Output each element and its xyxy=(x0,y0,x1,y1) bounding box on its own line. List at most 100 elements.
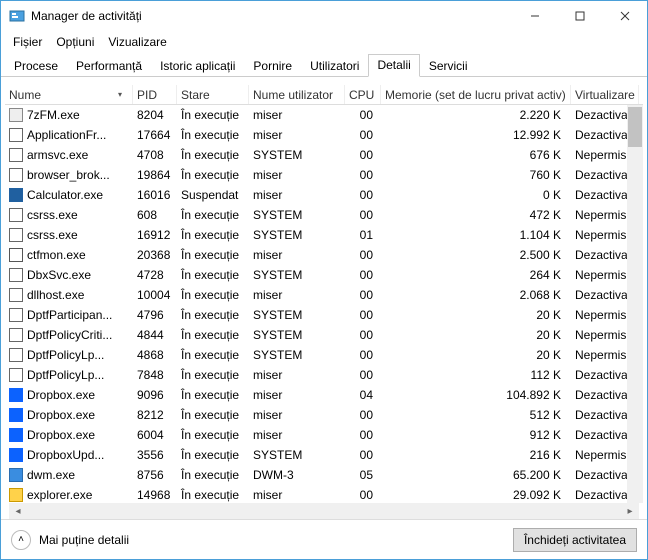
fewer-details-label[interactable]: Mai puține detalii xyxy=(39,533,129,547)
process-pid: 20368 xyxy=(133,248,177,262)
menu-view[interactable]: Vizualizare xyxy=(102,33,172,51)
scroll-thumb[interactable] xyxy=(628,107,642,147)
scroll-right-icon[interactable]: ▸ xyxy=(623,506,637,517)
process-user: miser xyxy=(249,288,345,302)
process-mem: 20 K xyxy=(381,328,571,342)
table-row[interactable]: DptfPolicyCriti...4844În execuțieSYSTEM0… xyxy=(5,325,643,345)
vertical-scrollbar[interactable] xyxy=(627,105,643,503)
process-user: SYSTEM xyxy=(249,148,345,162)
titlebar: Manager de activități xyxy=(1,1,647,31)
process-cpu: 00 xyxy=(345,268,381,282)
process-name: DptfPolicyCriti... xyxy=(27,328,112,342)
process-state: În execuție xyxy=(177,268,249,282)
process-cpu: 00 xyxy=(345,148,381,162)
menubar: Fișier Opțiuni Vizualizare xyxy=(1,31,647,53)
process-state: În execuție xyxy=(177,248,249,262)
process-name: armsvc.exe xyxy=(27,148,88,162)
menu-file[interactable]: Fișier xyxy=(7,33,48,51)
process-user: miser xyxy=(249,368,345,382)
process-pid: 16016 xyxy=(133,188,177,202)
tab-apphistory[interactable]: Istoric aplicații xyxy=(151,55,244,77)
tab-users[interactable]: Utilizatori xyxy=(301,55,368,77)
process-icon xyxy=(9,488,23,502)
table-row[interactable]: DbxSvc.exe4728În execuțieSYSTEM00264 KNe… xyxy=(5,265,643,285)
col-user[interactable]: Nume utilizator xyxy=(249,85,345,104)
process-mem: 65.200 K xyxy=(381,468,571,482)
process-state: În execuție xyxy=(177,288,249,302)
process-icon xyxy=(9,168,23,182)
tabbar: Procese Performanță Istoric aplicații Po… xyxy=(1,53,647,77)
table-row[interactable]: Dropbox.exe8212În execuțiemiser00512 KDe… xyxy=(5,405,643,425)
maximize-button[interactable] xyxy=(557,1,602,31)
col-mem[interactable]: Memorie (set de lucru privat activ) xyxy=(381,85,571,104)
table-row[interactable]: browser_brok...19864În execuțiemiser0076… xyxy=(5,165,643,185)
tab-details[interactable]: Detalii xyxy=(368,54,419,77)
process-cpu: 00 xyxy=(345,108,381,122)
table-row[interactable]: dwm.exe8756În execuțieDWM-30565.200 KDez… xyxy=(5,465,643,485)
close-button[interactable] xyxy=(602,1,647,31)
table-row[interactable]: 7zFM.exe8204În execuțiemiser002.220 KDez… xyxy=(5,105,643,125)
table-row[interactable]: Dropbox.exe6004În execuțiemiser00912 KDe… xyxy=(5,425,643,445)
process-icon xyxy=(9,108,23,122)
grid-body[interactable]: 7zFM.exe8204În execuțiemiser002.220 KDez… xyxy=(5,105,643,503)
table-row[interactable]: ApplicationFr...17664În execuțiemiser001… xyxy=(5,125,643,145)
process-name: dllhost.exe xyxy=(27,288,84,302)
table-row[interactable]: DropboxUpd...3556În execuțieSYSTEM00216 … xyxy=(5,445,643,465)
process-icon xyxy=(9,428,23,442)
process-user: SYSTEM xyxy=(249,208,345,222)
window-controls xyxy=(512,1,647,31)
process-cpu: 00 xyxy=(345,368,381,382)
tab-startup[interactable]: Pornire xyxy=(244,55,301,77)
fewer-details-icon[interactable]: ˄ xyxy=(11,530,31,550)
table-row[interactable]: Dropbox.exe9096În execuțiemiser04104.892… xyxy=(5,385,643,405)
process-cpu: 04 xyxy=(345,388,381,402)
process-mem: 12.992 K xyxy=(381,128,571,142)
minimize-button[interactable] xyxy=(512,1,557,31)
process-user: DWM-3 xyxy=(249,468,345,482)
process-mem: 912 K xyxy=(381,428,571,442)
table-row[interactable]: csrss.exe16912În execuțieSYSTEM011.104 K… xyxy=(5,225,643,245)
process-icon xyxy=(9,348,23,362)
table-row[interactable]: DptfPolicyLp...4868În execuțieSYSTEM0020… xyxy=(5,345,643,365)
process-name: csrss.exe xyxy=(27,228,78,242)
process-state: În execuție xyxy=(177,428,249,442)
process-pid: 6004 xyxy=(133,428,177,442)
process-name: ctfmon.exe xyxy=(27,248,86,262)
tab-processes[interactable]: Procese xyxy=(5,55,67,77)
process-state: În execuție xyxy=(177,488,249,502)
process-cpu: 00 xyxy=(345,488,381,502)
col-uac[interactable]: Virtualizare UAC xyxy=(571,85,639,104)
process-mem: 104.892 K xyxy=(381,388,571,402)
process-pid: 17664 xyxy=(133,128,177,142)
table-row[interactable]: explorer.exe14968În execuțiemiser0029.09… xyxy=(5,485,643,503)
col-state[interactable]: Stare xyxy=(177,85,249,104)
process-pid: 4708 xyxy=(133,148,177,162)
table-row[interactable]: Calculator.exe16016Suspendatmiser000 KDe… xyxy=(5,185,643,205)
process-mem: 0 K xyxy=(381,188,571,202)
col-cpu[interactable]: CPU xyxy=(345,85,381,104)
col-name[interactable]: Nume▾ xyxy=(5,85,133,104)
process-pid: 4728 xyxy=(133,268,177,282)
process-state: În execuție xyxy=(177,328,249,342)
process-pid: 4796 xyxy=(133,308,177,322)
menu-options[interactable]: Opțiuni xyxy=(50,33,100,51)
process-pid: 14968 xyxy=(133,488,177,502)
table-row[interactable]: csrss.exe608În execuțieSYSTEM00472 KNepe… xyxy=(5,205,643,225)
scroll-left-icon[interactable]: ◂ xyxy=(11,506,25,517)
table-row[interactable]: dllhost.exe10004În execuțiemiser002.068 … xyxy=(5,285,643,305)
process-icon xyxy=(9,408,23,422)
table-row[interactable]: DptfParticipan...4796În execuțieSYSTEM00… xyxy=(5,305,643,325)
details-grid: Nume▾ PID Stare Nume utilizator CPU Memo… xyxy=(1,77,647,519)
process-icon xyxy=(9,228,23,242)
col-pid[interactable]: PID xyxy=(133,85,177,104)
process-pid: 608 xyxy=(133,208,177,222)
end-task-button[interactable]: Închideți activitatea xyxy=(513,528,637,552)
horizontal-scrollbar[interactable]: ◂ ▸ xyxy=(9,503,639,519)
table-row[interactable]: DptfPolicyLp...7848În execuțiemiser00112… xyxy=(5,365,643,385)
tab-services[interactable]: Servicii xyxy=(420,55,477,77)
table-row[interactable]: ctfmon.exe20368În execuțiemiser002.500 K… xyxy=(5,245,643,265)
process-state: În execuție xyxy=(177,348,249,362)
process-mem: 2.220 K xyxy=(381,108,571,122)
table-row[interactable]: armsvc.exe4708În execuțieSYSTEM00676 KNe… xyxy=(5,145,643,165)
tab-performance[interactable]: Performanță xyxy=(67,55,151,77)
